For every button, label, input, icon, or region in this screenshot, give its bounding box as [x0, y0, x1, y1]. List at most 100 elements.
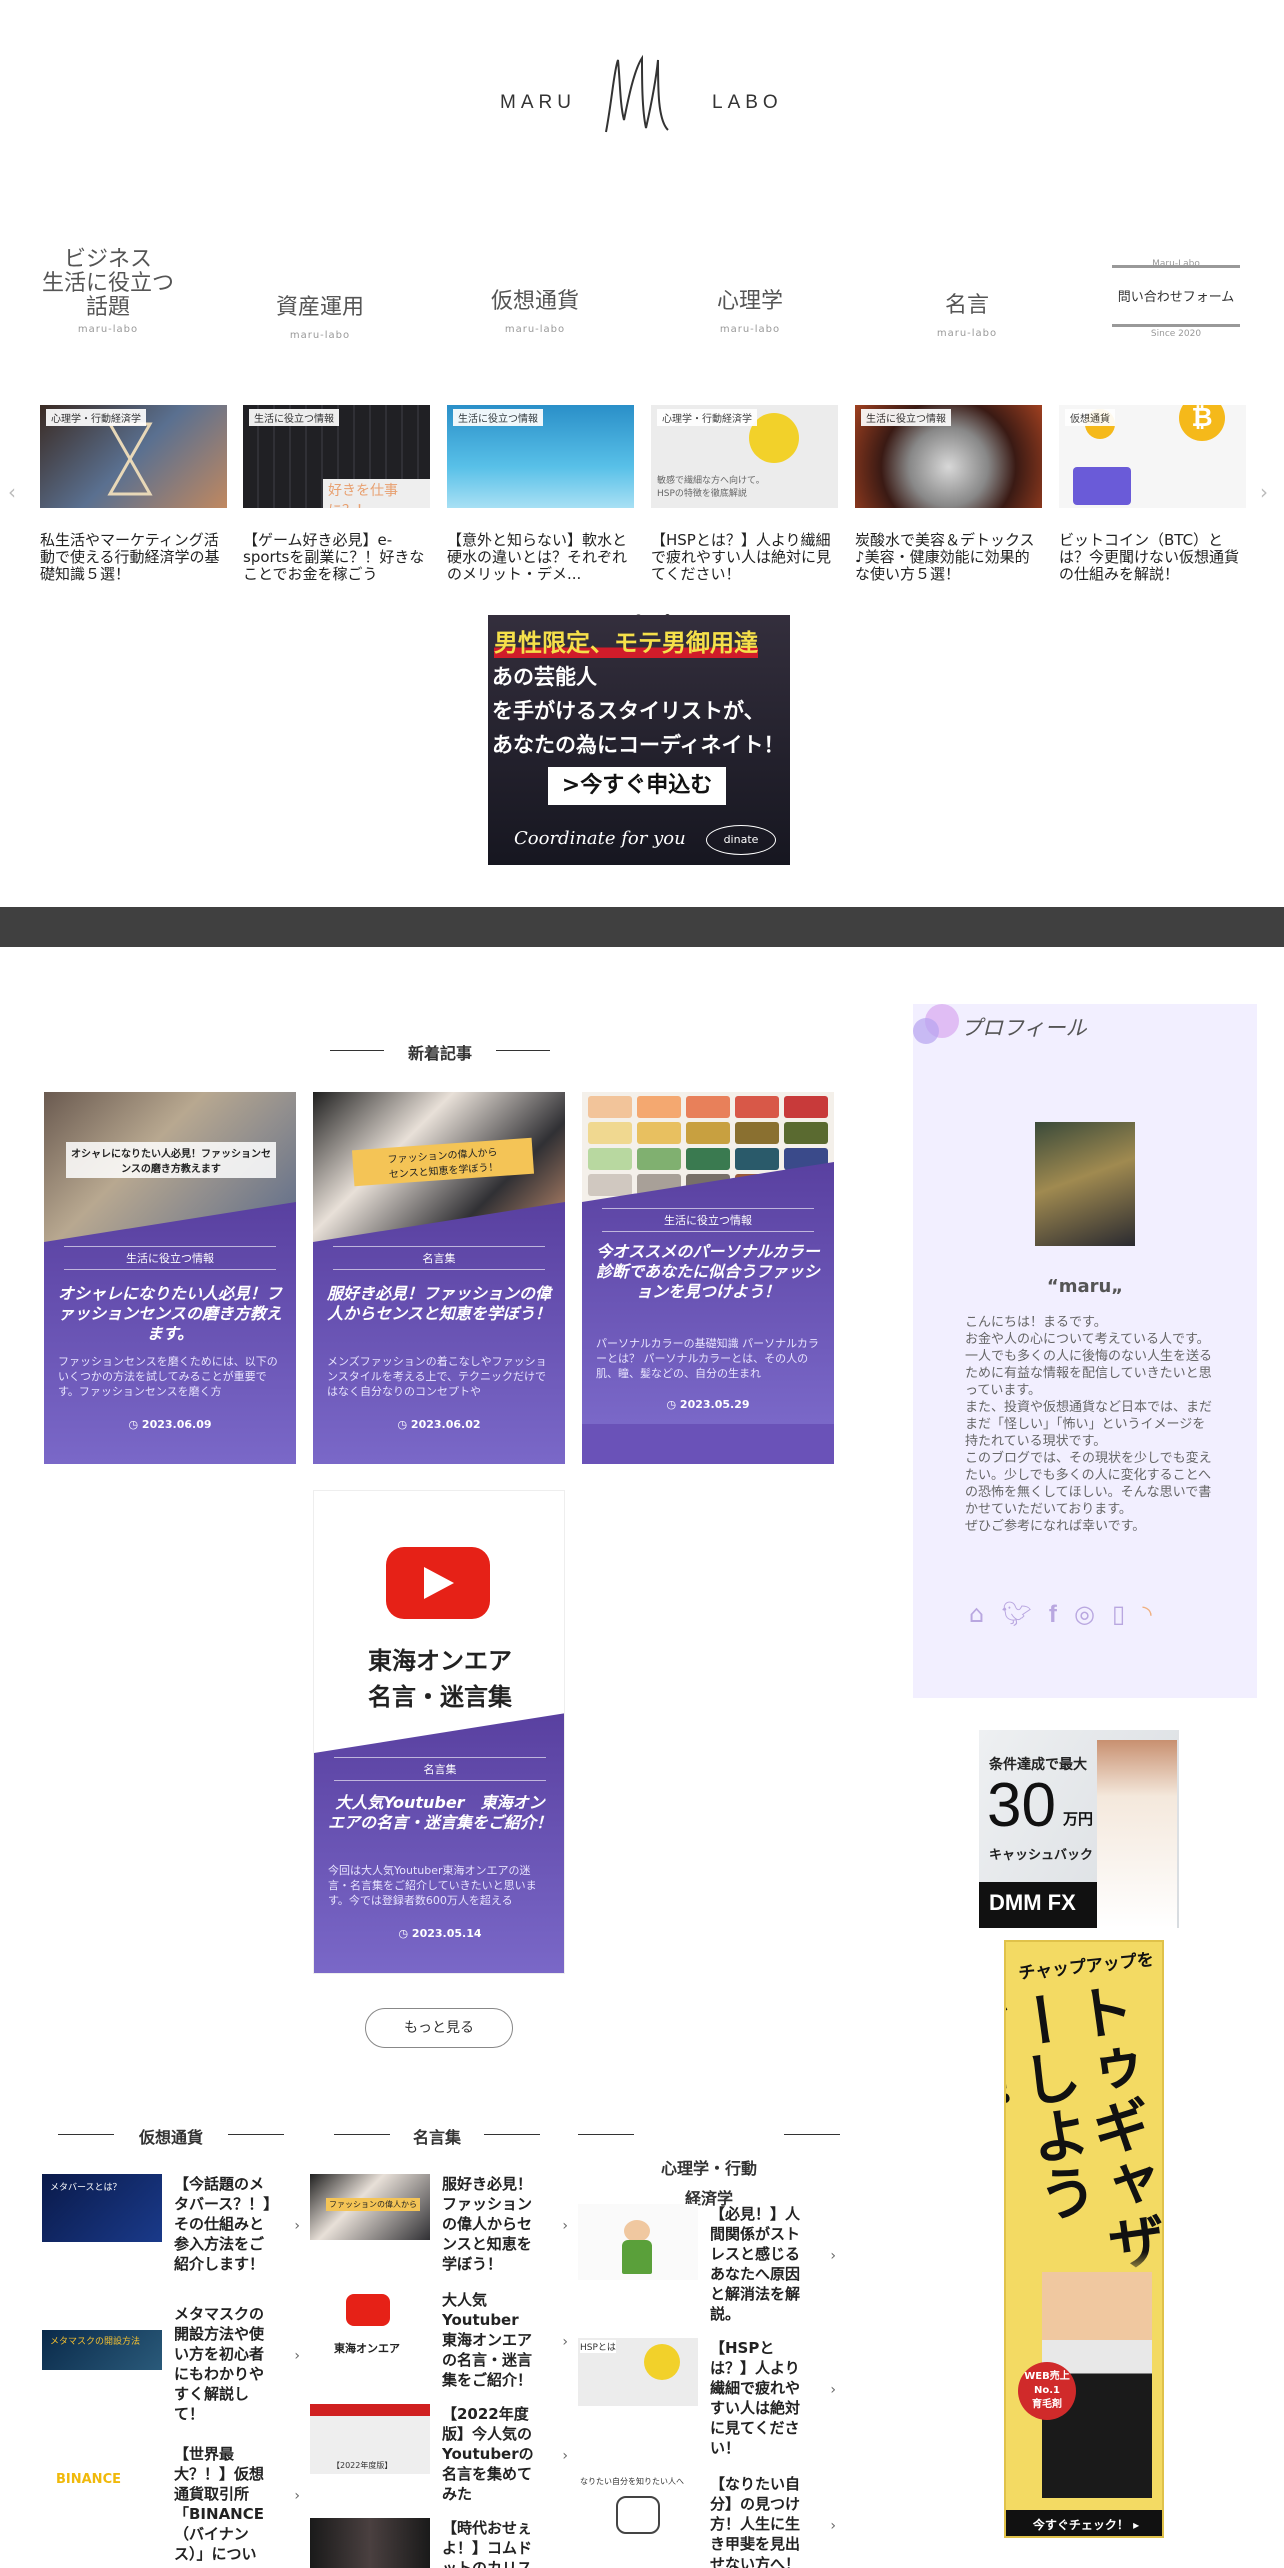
play-circle-icon: ▸	[1133, 2518, 1140, 2532]
site-logo[interactable]: MARU LABO	[500, 50, 780, 150]
column-heading: 心理学・行動 経済学	[578, 2124, 840, 2214]
list-item[interactable]: 【必見！】人間関係がストレスと感じるあなたへ原因と解消法を解説。 ›	[578, 2204, 836, 2323]
nav-item-quotes[interactable]: 名言 maru-labo	[897, 293, 1037, 340]
nav-label: 名言	[944, 293, 989, 318]
slide-overlay-text: 好きを仕事に？！	[323, 479, 430, 508]
article-card[interactable]: 東海オンエア 名言・迷言集 名言集 大人気Youtuber 東海オンエアの名言・…	[313, 1490, 565, 1974]
carousel-slide[interactable]: ₿ 仮想通貨 ビットコイン（BTC）とは？今更聞けない仮想通貨の仕組みを解説！	[1059, 405, 1246, 586]
list-item[interactable]: なりたい自分を知りたい人へ 【なりたい自分】の見つけ方！人生に生き甲斐を見出せな…	[578, 2474, 836, 2568]
list-item[interactable]: ファッションの偉人から 服好き必見！ファッションの偉人からセンスと知恵を学ぼう！…	[310, 2174, 568, 2290]
divider	[484, 2134, 540, 2135]
list-item[interactable]: HSPとは 【HSPとは？】人より繊細で疲れやすい人は絶対に見てください！ ›	[578, 2338, 836, 2457]
ad-banner-coordinate[interactable]: 男性限定、モテ男御用達 あの芸能人 を手がけるスタイリストが、 あなたの為にコー…	[488, 615, 790, 865]
ad-banner-dmmfx[interactable]: 条件達成で最大 30 万円 キャッシュバック DMM FX	[979, 1730, 1179, 1928]
home-icon[interactable]: ⌂	[969, 1600, 984, 1628]
column-heading: 名言集	[334, 2124, 540, 2148]
hourglass-icon	[107, 422, 153, 496]
slide-category: 生活に役立つ情報	[861, 409, 951, 426]
wallet-icon	[1073, 467, 1131, 505]
person-body	[622, 2240, 652, 2274]
list-item[interactable]: メタバースとは？ 【今話題のメタバース？！】その仕組みと参入方法をご紹介します！…	[42, 2174, 300, 2290]
slide-category: 心理学・行動経済学	[46, 409, 146, 426]
list-title: 【2022年度版】今人気のYoutuberの名言を集めてみた	[442, 2405, 534, 2503]
carousel-slide[interactable]: 好きを仕事に？！ 生活に役立つ情報 【ゲーム好き必見】e-sportsを副業に？…	[243, 405, 430, 586]
list-thumb: HSPとは	[578, 2338, 698, 2406]
color-swatch	[784, 1122, 828, 1144]
slide-title: ビットコイン（BTC）とは？今更聞けない仮想通貨の仕組みを解説！	[1059, 532, 1240, 583]
ad-headline: 男性限定、モテ男御用達	[494, 623, 758, 658]
carousel-slide[interactable]: 心理学・行動経済学 私生活やマーケティング活動で使える行動経済学の基礎知識５選！	[40, 405, 227, 586]
slide-image: 生活に役立つ情報	[447, 405, 634, 508]
contact-label: 問い合わせフォーム	[1117, 290, 1235, 305]
chevron-right-icon: ›	[294, 2218, 300, 2234]
list-thumb	[310, 2518, 430, 2568]
list-item[interactable]: メタマスクの開設方法 メタマスクの開設方法や使い方を初心者にもわかりやすく解説し…	[42, 2304, 300, 2423]
list-item[interactable]: BINANCE 【世界最大？！】仮想通貨取引所「BINANCE（バイナンス）」に…	[42, 2444, 300, 2563]
clock-icon: ◷	[398, 1927, 412, 1940]
color-swatch	[784, 1096, 828, 1118]
nav-item-investment[interactable]: 資産運用 maru-labo	[250, 296, 390, 342]
facebook-icon[interactable]: f	[1049, 1601, 1057, 1629]
contact-form-button[interactable]: 問い合わせフォーム	[1112, 265, 1240, 327]
chevron-right-icon: ›	[830, 2382, 836, 2398]
slide-title: 私生活やマーケティング活動で使える行動経済学の基礎知識５選！	[40, 532, 220, 583]
thumb-text: なりたい自分を知りたい人へ	[580, 2477, 684, 2486]
nav-item-psychology[interactable]: 心理学 maru-labo	[680, 290, 820, 336]
list-item[interactable]: 東海オンエア 大人気Youtuber 東海オンエアの名言・迷言集をご紹介！ ›	[310, 2290, 568, 2406]
list-title: メタマスクの開設方法や使い方を初心者にもわかりやすく解説し て！	[174, 2305, 265, 2423]
ad-banner-chapup[interactable]: チャップアップを トゥギャザーしようぜ！ WEB売上 No.1 育毛剤 今すぐチ…	[1004, 1940, 1164, 2538]
card-category: 生活に役立つ情報	[602, 1208, 814, 1232]
chevron-right-icon: ›	[562, 2334, 568, 2350]
decor-circle	[913, 1018, 939, 1044]
clock-icon: ◷	[128, 1418, 142, 1431]
ad-brand-logo: dinate	[706, 825, 776, 855]
list-item[interactable]: 【2022年度版】 【2022年度版】今人気のYoutuberの名言を集めてみた…	[310, 2404, 568, 2520]
list-thumb: ファッションの偉人から	[310, 2174, 430, 2240]
article-card[interactable]: ファッションの偉人から センスと知恵を学ぼう！ 名言集 服好き必見！ファッション…	[313, 1092, 565, 1464]
card-date-text: 2023.06.09	[141, 1418, 212, 1431]
slide-image: 好きを仕事に？！ 生活に役立つ情報	[243, 405, 430, 508]
carousel-slide[interactable]: 敏感で繊細な方へ向けて。HSPの特徴を徹底解説 心理学・行動経済学 【HSPとは…	[651, 405, 838, 586]
nav-sub: maru-labo	[936, 328, 998, 339]
ad-text: あなたの為にコーディネイト！	[492, 733, 785, 757]
ad-amount: 30	[987, 1771, 1056, 1840]
article-card[interactable]: 生活に役立つ情報 今オススメのパーソナルカラー診断であなたに似合うファッションを…	[582, 1092, 834, 1464]
thumb-text: 東海オンエア	[334, 2342, 400, 2355]
carousel-slide[interactable]: 生活に役立つ情報 【意外と知らない】軟水と硬水の違いとは？それぞれのメリット・デ…	[447, 405, 634, 586]
more-button[interactable]: もっと見る	[365, 2008, 513, 2048]
divider	[784, 2134, 840, 2135]
color-swatch	[686, 1096, 730, 1118]
list-thumb: BINANCE	[42, 2458, 162, 2526]
list-thumb: 【2022年度版】	[310, 2404, 430, 2474]
card-image-text: オシャレになりたい人必見！ファッションセンスの磨き方教えます	[66, 1142, 276, 1178]
color-swatch	[637, 1148, 681, 1170]
list-item[interactable]: 【時代おせぇよ！】コムドットのカリス	[310, 2518, 568, 2568]
slide-category: 仮想通貨	[1065, 409, 1115, 426]
list-thumb: メタバースとは？	[42, 2174, 162, 2242]
ad-person	[1097, 1740, 1177, 1928]
section-divider	[0, 907, 1284, 947]
ad-apply-button[interactable]: >今すぐ申込む	[548, 767, 726, 805]
twitter-icon[interactable]: 🐦︎	[1001, 1600, 1031, 1628]
bookmark-icon[interactable]: ▯	[1112, 1600, 1125, 1628]
column-heading-text: 仮想通貨	[138, 2128, 203, 2147]
rss-icon[interactable]: ◝	[1142, 1600, 1151, 1628]
nav-item-business[interactable]: ビジネス 生活に役立つ 話題 maru-labo	[28, 248, 188, 336]
instagram-icon[interactable]: ◎	[1074, 1600, 1095, 1628]
card-title: 服好き必見！ファッションの偉人からセンスと知恵を学ぼう！	[327, 1284, 552, 1323]
carousel-slide[interactable]: 生活に役立つ情報 炭酸水で美容＆デトックス♪美容・健康効能に効果的な使い方５選！	[855, 405, 1042, 586]
nav-item-crypto[interactable]: 仮想通貨 maru-labo	[465, 290, 605, 336]
divider	[334, 2134, 390, 2135]
chevron-right-icon: ›	[562, 2218, 568, 2234]
list-title: 【必見！】人間関係がストレスと感じるあなたへ原因と解消法を解説。	[710, 2205, 801, 2323]
slide-title: 【HSPとは？】人より繊細で疲れやすい人は絶対に見てください！	[651, 532, 832, 583]
article-card[interactable]: オシャレになりたい人必見！ファッションセンスの磨き方教えます 生活に役立つ情報 …	[44, 1092, 296, 1464]
color-swatch	[735, 1122, 779, 1144]
chevron-right-icon: ›	[830, 2518, 836, 2534]
card-date-text: 2023.05.29	[679, 1398, 750, 1411]
card-category: 名言集	[333, 1246, 545, 1270]
profile-name: “maru„	[1046, 1276, 1124, 1297]
smiley-ball-icon	[644, 2344, 680, 2380]
ad-cta-button[interactable]: 今すぐチェック！ ▸	[1006, 2510, 1162, 2536]
clock-icon: ◷	[397, 1418, 411, 1431]
